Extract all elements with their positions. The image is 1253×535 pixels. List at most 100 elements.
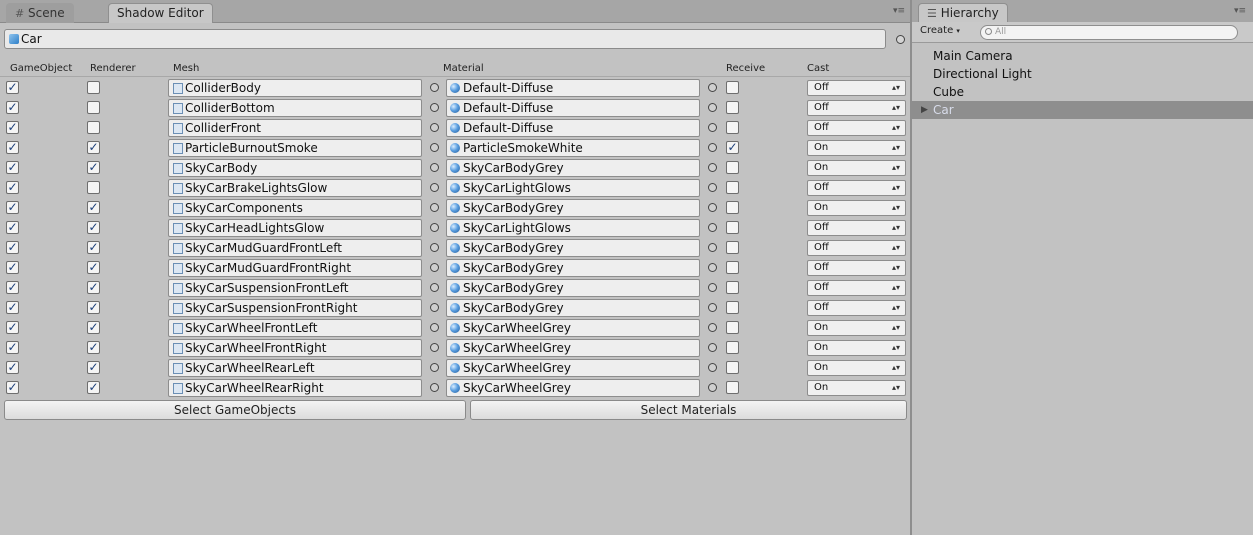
renderer-enabled-checkbox[interactable]: ✓ [87,301,100,314]
mesh-picker-icon[interactable] [430,383,439,392]
mesh-picker-icon[interactable] [430,303,439,312]
cast-shadows-dropdown[interactable]: Off ▴▾ [807,180,906,196]
hierarchy-item[interactable]: Cube [912,83,1253,101]
material-field[interactable]: SkyCarBodyGrey [446,259,700,277]
mesh-picker-icon[interactable] [430,163,439,172]
mesh-field[interactable]: SkyCarWheelRearRight [168,379,422,397]
cast-shadows-dropdown[interactable]: On ▴▾ [807,320,906,336]
material-picker-icon[interactable] [708,183,717,192]
receive-shadows-checkbox[interactable]: ✓ [726,141,739,154]
renderer-enabled-checkbox[interactable]: ✓ [87,221,100,234]
mesh-picker-icon[interactable] [430,183,439,192]
mesh-picker-icon[interactable] [430,243,439,252]
material-picker-icon[interactable] [708,163,717,172]
cast-shadows-dropdown[interactable]: On ▴▾ [807,140,906,156]
mesh-picker-icon[interactable] [430,263,439,272]
mesh-picker-icon[interactable] [430,223,439,232]
cast-shadows-dropdown[interactable]: Off ▴▾ [807,260,906,276]
hierarchy-search-input[interactable]: All [980,25,1238,40]
receive-shadows-checkbox[interactable] [726,221,739,234]
mesh-picker-icon[interactable] [430,143,439,152]
gameobject-active-checkbox[interactable]: ✓ [6,301,19,314]
cast-shadows-dropdown[interactable]: Off ▴▾ [807,220,906,236]
renderer-enabled-checkbox[interactable] [87,81,100,94]
select-gameobjects-button[interactable]: Select GameObjects [4,400,466,420]
mesh-field[interactable]: SkyCarWheelRearLeft [168,359,422,377]
renderer-enabled-checkbox[interactable]: ✓ [87,261,100,274]
material-picker-icon[interactable] [708,263,717,272]
receive-shadows-checkbox[interactable] [726,161,739,174]
material-field[interactable]: SkyCarBodyGrey [446,199,700,217]
material-picker-icon[interactable] [708,383,717,392]
gameobject-active-checkbox[interactable]: ✓ [6,361,19,374]
material-picker-icon[interactable] [708,223,717,232]
mesh-field[interactable]: ColliderFront [168,119,422,137]
mesh-picker-icon[interactable] [430,123,439,132]
receive-shadows-checkbox[interactable] [726,281,739,294]
mesh-picker-icon[interactable] [430,343,439,352]
mesh-field[interactable]: SkyCarSuspensionFrontLeft [168,279,422,297]
cast-shadows-dropdown[interactable]: On ▴▾ [807,380,906,396]
material-picker-icon[interactable] [708,343,717,352]
mesh-picker-icon[interactable] [430,283,439,292]
material-field[interactable]: Default-Diffuse [446,119,700,137]
mesh-picker-icon[interactable] [430,103,439,112]
renderer-enabled-checkbox[interactable]: ✓ [87,381,100,394]
receive-shadows-checkbox[interactable] [726,101,739,114]
renderer-enabled-checkbox[interactable] [87,101,100,114]
gameobject-active-checkbox[interactable]: ✓ [6,281,19,294]
material-field[interactable]: SkyCarLightGlows [446,219,700,237]
mesh-picker-icon[interactable] [430,83,439,92]
cast-shadows-dropdown[interactable]: Off ▴▾ [807,240,906,256]
mesh-field[interactable]: SkyCarMudGuardFrontLeft [168,239,422,257]
receive-shadows-checkbox[interactable] [726,81,739,94]
gameobject-active-checkbox[interactable]: ✓ [6,81,19,94]
mesh-field[interactable]: SkyCarBrakeLightsGlow [168,179,422,197]
hierarchy-menu-icon[interactable]: ▾≡ [1234,6,1246,16]
mesh-field[interactable]: SkyCarMudGuardFrontRight [168,259,422,277]
hierarchy-item[interactable]: ▶ Car [912,101,1253,119]
renderer-enabled-checkbox[interactable]: ✓ [87,361,100,374]
gameobject-active-checkbox[interactable]: ✓ [6,141,19,154]
gameobject-active-checkbox[interactable]: ✓ [6,321,19,334]
mesh-picker-icon[interactable] [430,363,439,372]
receive-shadows-checkbox[interactable] [726,301,739,314]
cast-shadows-dropdown[interactable]: Off ▴▾ [807,280,906,296]
hierarchy-item[interactable]: Directional Light [912,65,1253,83]
material-field[interactable]: Default-Diffuse [446,99,700,117]
panel-menu-icon[interactable]: ▾≡ [893,6,905,16]
renderer-enabled-checkbox[interactable] [87,181,100,194]
receive-shadows-checkbox[interactable] [726,241,739,254]
material-picker-icon[interactable] [708,363,717,372]
gameobject-active-checkbox[interactable]: ✓ [6,161,19,174]
renderer-enabled-checkbox[interactable]: ✓ [87,321,100,334]
material-field[interactable]: ParticleSmokeWhite [446,139,700,157]
receive-shadows-checkbox[interactable] [726,201,739,214]
mesh-field[interactable]: SkyCarWheelFrontRight [168,339,422,357]
cast-shadows-dropdown[interactable]: Off ▴▾ [807,80,906,96]
search-field[interactable]: Car [4,29,886,49]
cast-shadows-dropdown[interactable]: Off ▴▾ [807,300,906,316]
tab-scene[interactable]: # Scene [6,3,74,23]
cast-shadows-dropdown[interactable]: On ▴▾ [807,160,906,176]
mesh-field[interactable]: SkyCarHeadLightsGlow [168,219,422,237]
renderer-enabled-checkbox[interactable]: ✓ [87,141,100,154]
receive-shadows-checkbox[interactable] [726,381,739,394]
receive-shadows-checkbox[interactable] [726,321,739,334]
gameobject-active-checkbox[interactable]: ✓ [6,121,19,134]
mesh-field[interactable]: SkyCarWheelFrontLeft [168,319,422,337]
mesh-field[interactable]: SkyCarBody [168,159,422,177]
material-picker-icon[interactable] [708,103,717,112]
material-picker-icon[interactable] [708,243,717,252]
gameobject-active-checkbox[interactable]: ✓ [6,261,19,274]
gameobject-active-checkbox[interactable]: ✓ [6,341,19,354]
material-picker-icon[interactable] [708,303,717,312]
receive-shadows-checkbox[interactable] [726,181,739,194]
material-picker-icon[interactable] [708,203,717,212]
material-field[interactable]: SkyCarLightGlows [446,179,700,197]
material-field[interactable]: SkyCarWheelGrey [446,379,700,397]
gameobject-active-checkbox[interactable]: ✓ [6,201,19,214]
cast-shadows-dropdown[interactable]: On ▴▾ [807,360,906,376]
create-dropdown[interactable]: Create ▾ [920,25,960,36]
select-materials-button[interactable]: Select Materials [470,400,907,420]
